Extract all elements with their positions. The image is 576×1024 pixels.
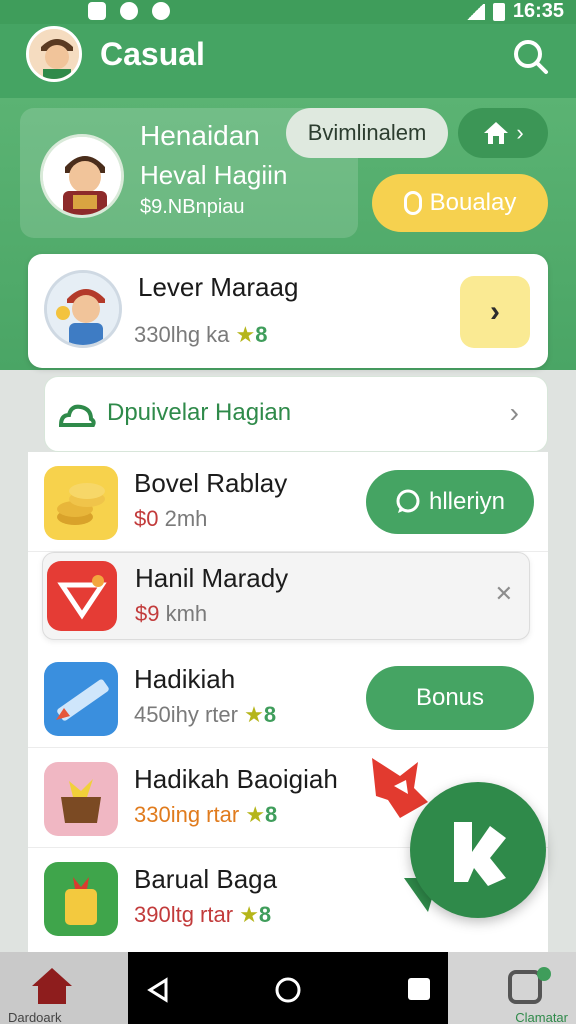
item-price: $9 — [135, 601, 160, 626]
item-meta: $0 2mh — [134, 506, 207, 532]
gift-pot-icon — [44, 862, 118, 936]
item-title: Bovel Rablay — [134, 468, 288, 498]
avatar-icon — [29, 29, 79, 79]
chevron-right-icon: › — [509, 397, 519, 428]
featured-open-button[interactable]: › — [460, 276, 530, 348]
recents-icon[interactable] — [406, 976, 432, 1002]
item-meta: 390ltg rtar ★8 — [134, 902, 271, 928]
featured-meta-value: 330lhg ka — [134, 322, 230, 347]
item-title: Barual Baga — [134, 864, 278, 894]
bonus-pill-label: Boualay — [429, 189, 517, 216]
apps-icon — [508, 967, 551, 1004]
basket-icon — [44, 762, 118, 836]
battery-icon — [492, 2, 505, 21]
notification-icon — [152, 2, 170, 20]
item-meta-rest: kmh — [159, 601, 208, 626]
cloud-icon — [58, 404, 96, 427]
wifi-icon — [464, 3, 485, 20]
avatar[interactable] — [26, 26, 82, 82]
item-meta-badge: 8 — [263, 702, 277, 727]
item-meta: 450ihy rter ★8 — [134, 702, 276, 728]
home-icon — [484, 122, 509, 144]
chevron-right-icon: › — [490, 295, 500, 328]
profile-amount: $9.NBnpiau — [140, 196, 245, 218]
star-icon: ★ — [235, 322, 256, 347]
star-icon: ★ — [239, 902, 259, 927]
nav-tab-label: Clamatar — [515, 1010, 568, 1024]
featured-title: Lever Maraag — [138, 272, 299, 302]
item-title: Hadikah Baoigiah — [134, 764, 338, 794]
heart-tag-icon — [47, 561, 117, 631]
nav-tab-label: Dardoark — [8, 1010, 62, 1024]
list-item[interactable]: Bovel Rablay $0 2mh hlleriyn — [28, 452, 548, 552]
notification-icon — [88, 2, 106, 20]
featured-meta: 330lhg ka ★8 — [134, 322, 268, 348]
system-navigation — [128, 952, 448, 1024]
item-meta-rest: 2mh — [158, 506, 208, 531]
bonus-button[interactable]: Bonus — [366, 666, 534, 730]
item-meta-badge: 8 — [258, 902, 272, 927]
bonus-pill-button[interactable]: Boualay — [372, 174, 548, 232]
item-action-label: Bonus — [415, 684, 485, 711]
list-item[interactable]: Hadikiah 450ihy rter ★8 Bonus — [28, 648, 548, 748]
item-action-button[interactable]: hlleriyn — [366, 470, 534, 534]
profile-name: Henaidan — [140, 120, 260, 151]
item-meta: 330ing rtar ★8 — [134, 802, 277, 828]
chat-icon — [396, 489, 420, 513]
nav-tab-clamatar[interactable]: Clamatar — [448, 952, 576, 1024]
profile-avatar[interactable] — [40, 134, 124, 218]
notification-icons — [88, 2, 170, 20]
coins-icon — [44, 466, 118, 540]
section-header[interactable]: Dpuivelar Hagian › — [44, 376, 548, 452]
notification-icon — [120, 2, 138, 20]
ruler-icon — [44, 662, 118, 736]
app-title: Casual — [100, 36, 205, 72]
wrench-leaf-icon — [454, 822, 506, 886]
bottom-nav: Dardoark Clamatar — [0, 952, 576, 1024]
featured-meta-badge: 8 — [255, 322, 268, 347]
item-title: Hanil Marady — [135, 563, 289, 593]
home-pill-button[interactable]: › — [458, 108, 548, 158]
clock: 16:35 — [512, 0, 564, 22]
search-icon[interactable] — [510, 36, 550, 76]
back-icon[interactable] — [144, 976, 172, 1004]
status-right: 16:35 — [464, 0, 564, 23]
featured-avatar — [44, 270, 122, 348]
section-title: Dpuivelar Hagian — [107, 399, 292, 426]
profile-pill-button[interactable]: Bvimlinalem — [286, 108, 448, 158]
featured-card[interactable]: Lever Maraag 330lhg ka ★8 › — [28, 254, 548, 368]
star-icon: ★ — [244, 702, 264, 727]
nav-tab-dashboard[interactable]: Dardoark — [0, 952, 128, 1024]
list-item[interactable]: Hanil Marady $9 kmh ✕ — [42, 552, 530, 640]
home-button-icon[interactable] — [274, 976, 302, 1004]
item-meta-value: 450ihy rter — [134, 702, 238, 727]
profile-subtitle: Heval Hagiin — [140, 160, 288, 190]
item-meta-badge: 8 — [265, 802, 278, 827]
character-icon — [47, 273, 119, 345]
item-price: $0 — [134, 506, 159, 531]
home-icon — [32, 968, 72, 1004]
item-meta-value: 330ing rtar — [134, 802, 240, 827]
chevron-right-icon: › — [516, 120, 524, 145]
close-icon[interactable]: ✕ — [495, 581, 513, 607]
item-action-label: hlleriyn — [428, 488, 506, 515]
floating-action-button[interactable] — [410, 782, 546, 918]
star-icon: ★ — [245, 802, 266, 827]
item-meta: $9 kmh — [135, 601, 207, 627]
item-meta-value: 390ltg rtar — [134, 902, 234, 927]
status-bar: 16:35 — [0, 0, 576, 24]
coin-icon — [403, 191, 422, 215]
app-bar: Casual — [0, 24, 576, 98]
item-title: Hadikiah — [134, 664, 236, 694]
